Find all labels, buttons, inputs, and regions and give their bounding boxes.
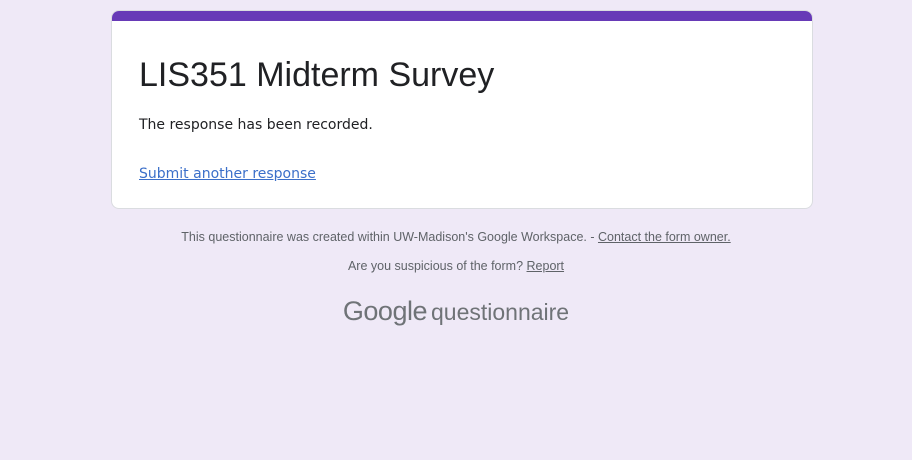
report-notice-text: Are you suspicious of the form? [347,259,527,273]
submit-another-response-link[interactable]: Submit another response [139,164,316,184]
page: LIS351 Midterm Survey The response has b… [0,0,912,460]
workspace-notice-text: This questionnaire was created within UW… [181,230,598,244]
confirmation-message: The response has been recorded. [139,117,373,133]
card-accent-bar [112,11,812,21]
contact-form-owner-link[interactable]: Contact the form owner. [598,230,731,244]
workspace-notice: This questionnaire was created within UW… [0,229,912,245]
google-wordmark: Google [342,296,428,326]
google-questionnaire-logo[interactable]: Google questionnaire [0,294,912,329]
report-notice: Are you suspicious of the form? Report [0,258,912,274]
form-title: LIS351 Midterm Survey [139,56,495,94]
report-link[interactable]: Report [527,259,565,273]
confirmation-card: LIS351 Midterm Survey The response has b… [111,10,813,209]
product-wordmark: questionnaire [430,299,570,325]
